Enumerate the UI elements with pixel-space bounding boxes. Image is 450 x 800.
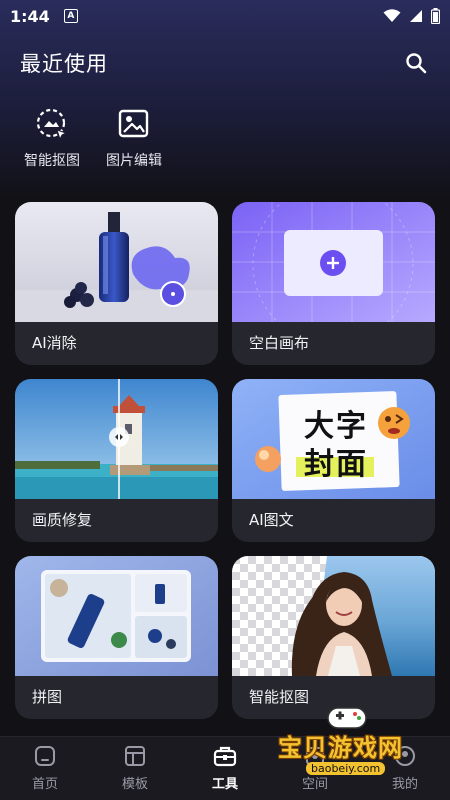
page-title: 最近使用: [20, 52, 108, 76]
recent-label: 图片编辑: [106, 153, 162, 169]
status-icons: [383, 8, 440, 24]
status-time: 1:44: [10, 6, 50, 26]
recent-tools: 智能抠图 图片编辑: [18, 106, 168, 170]
card-label: 拼图: [32, 688, 63, 706]
smart-cutout-preview: [232, 556, 435, 676]
signal-icon: [410, 10, 422, 22]
status-bar: 1:44 A: [0, 0, 450, 32]
card-label: AI图文: [249, 511, 294, 529]
tool-card-blank-canvas[interactable]: 空白画布: [232, 202, 435, 365]
wifi-icon: [383, 9, 401, 22]
blank-canvas-preview: [232, 202, 435, 322]
nav-tools[interactable]: 工具: [180, 737, 270, 800]
ai-text-image-preview: 大字 封面: [232, 379, 435, 499]
recent-label: 智能抠图: [24, 153, 80, 169]
watermark-url: baobeiy.com: [306, 762, 386, 775]
watermark: 宝贝游戏网 baobeiy.com: [270, 702, 430, 782]
search-icon: [406, 53, 427, 74]
tool-card-collage[interactable]: 拼图: [15, 556, 218, 719]
collage-preview: [15, 556, 218, 676]
nav-label: 首页: [31, 777, 58, 792]
tool-card-ai-erase[interactable]: AI消除: [15, 202, 218, 365]
nav-home[interactable]: 首页: [0, 737, 90, 800]
watermark-text: 宝贝游戏网: [278, 734, 403, 762]
tool-card-ai-text-image[interactable]: 大字 封面 AI图文: [232, 379, 435, 542]
recent-smart-cutout[interactable]: 智能抠图: [18, 106, 86, 170]
tools-grid: AI消除 空白画布 画质修复 大字 封面 AI图文 拼图 智能抠图: [15, 202, 435, 719]
tool-card-quality-repair[interactable]: 画质修复: [15, 379, 218, 542]
notification-icon: A: [63, 9, 78, 23]
recent-image-edit[interactable]: 图片编辑: [100, 106, 168, 170]
card-label: 画质修复: [32, 511, 93, 529]
smart-cutout-icon: [34, 106, 70, 142]
ai-erase-preview: [15, 202, 218, 322]
toolbox-icon: [213, 746, 237, 767]
nav-label: 模板: [121, 777, 148, 792]
card-label: AI消除: [32, 334, 77, 352]
quality-repair-preview: [15, 379, 218, 499]
card-label: 空白画布: [249, 334, 310, 352]
tool-card-smart-cutout[interactable]: 智能抠图: [232, 556, 435, 719]
header: 最近使用: [20, 48, 430, 78]
banner-line2: 封面: [304, 447, 368, 482]
home-icon: [35, 746, 55, 766]
search-button[interactable]: [402, 49, 430, 77]
image-edit-icon: [116, 106, 152, 142]
template-icon: [125, 746, 145, 766]
nav-template[interactable]: 模板: [90, 737, 180, 800]
battery-icon: [431, 8, 440, 24]
nav-label: 工具: [211, 777, 238, 792]
